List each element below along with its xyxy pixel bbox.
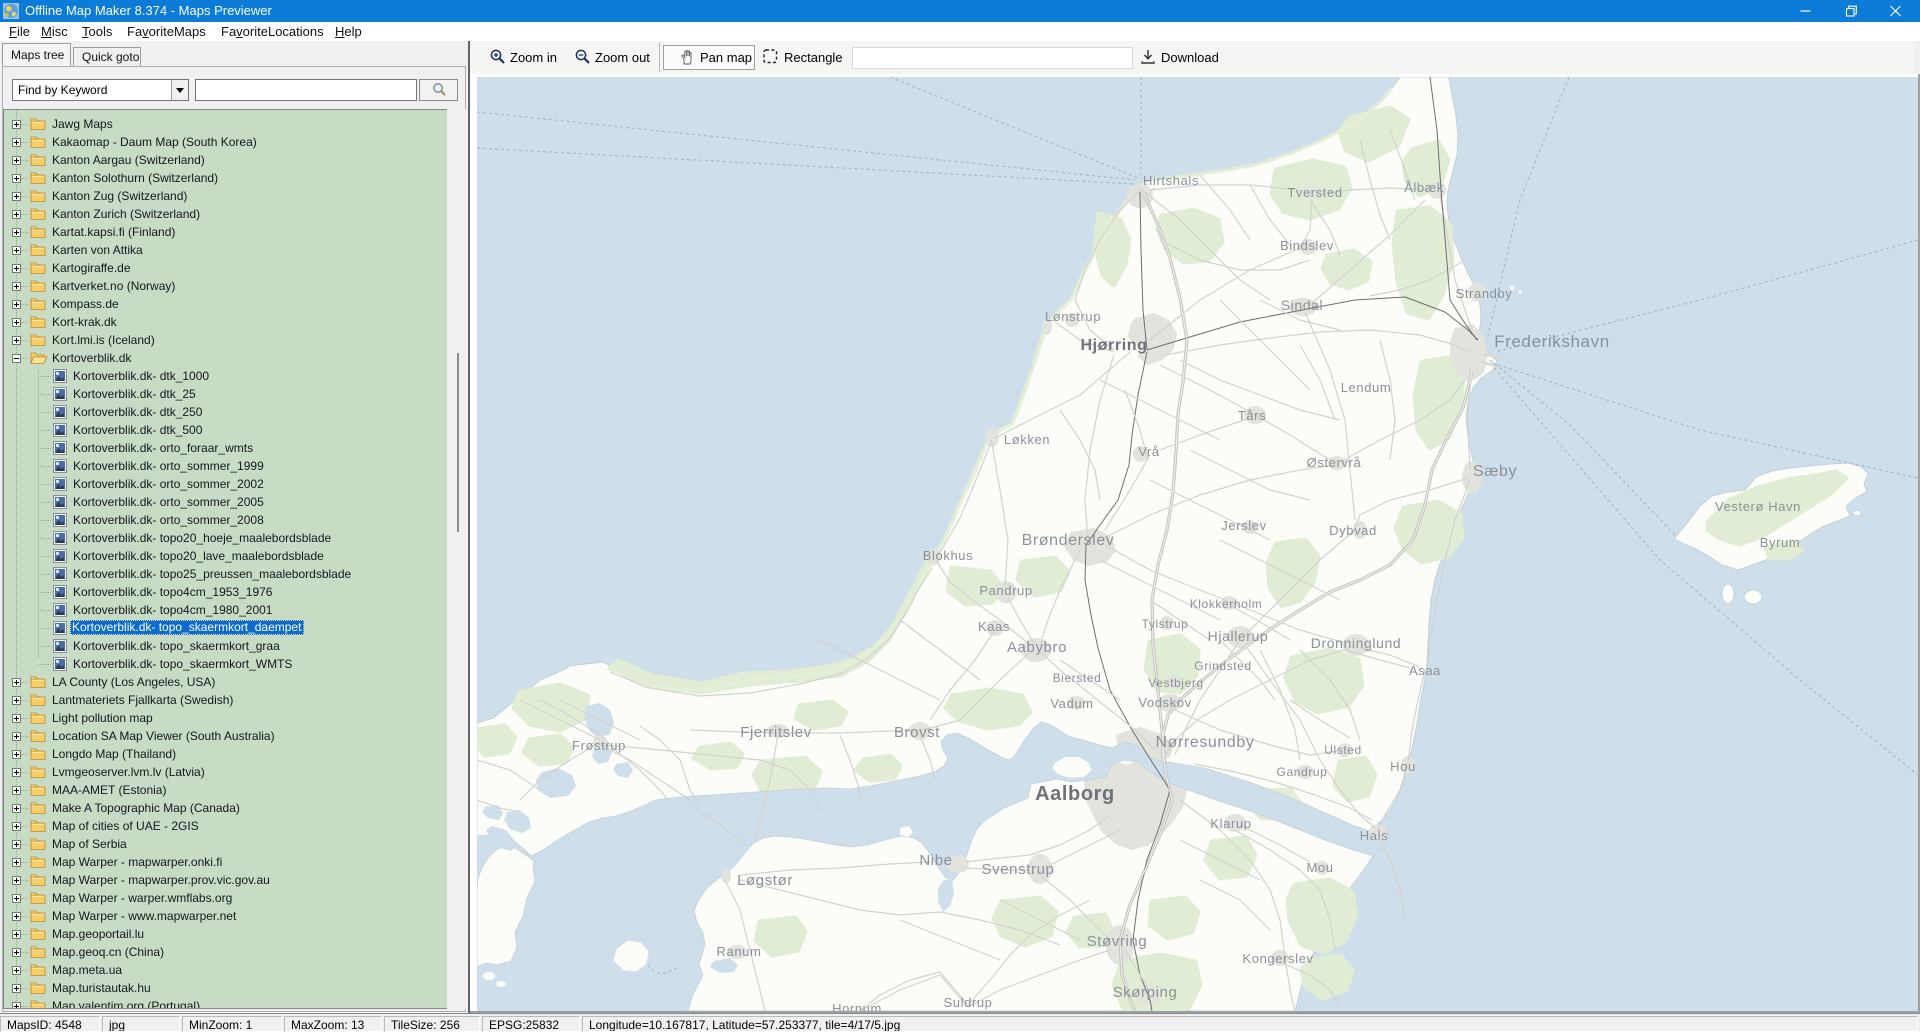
svg-text:Ranum: Ranum [717, 944, 762, 959]
svg-text:Løkken: Løkken [1004, 432, 1050, 447]
svg-text:Dybvad: Dybvad [1329, 523, 1377, 538]
svg-text:Brønderslev: Brønderslev [1022, 532, 1115, 549]
svg-text:Østervrå: Østervrå [1307, 455, 1362, 470]
svg-text:Ulsted: Ulsted [1324, 743, 1362, 757]
svg-text:Støvring: Støvring [1087, 933, 1148, 950]
svg-text:Tylstrup: Tylstrup [1142, 617, 1189, 631]
svg-text:Tversted: Tversted [1287, 185, 1342, 200]
svg-text:Hjallerup: Hjallerup [1208, 628, 1269, 644]
svg-text:Aabybro: Aabybro [1007, 639, 1067, 656]
svg-text:Tårs: Tårs [1238, 408, 1266, 423]
svg-text:Strandby: Strandby [1456, 286, 1513, 301]
svg-text:Brovst: Brovst [894, 724, 940, 741]
svg-text:Sindal: Sindal [1281, 297, 1324, 313]
svg-text:Grindsted: Grindsted [1194, 659, 1251, 673]
svg-text:Hou: Hou [1390, 759, 1416, 774]
svg-text:Aalborg: Aalborg [1035, 783, 1115, 805]
svg-text:Nørresundby: Nørresundby [1155, 734, 1254, 751]
svg-text:Blokhus: Blokhus [923, 548, 973, 563]
svg-text:Frøstrup: Frøstrup [572, 738, 626, 753]
svg-text:Byrum: Byrum [1760, 535, 1801, 550]
svg-text:Sæby: Sæby [1473, 463, 1517, 480]
svg-text:Fjerritslev: Fjerritslev [740, 724, 812, 741]
svg-text:Hals: Hals [1360, 828, 1388, 843]
svg-text:Kongerslev: Kongerslev [1242, 951, 1313, 966]
svg-text:Lønstrup: Lønstrup [1045, 309, 1101, 324]
svg-text:Ålbæk: Ålbæk [1404, 180, 1444, 195]
svg-text:Pandrup: Pandrup [979, 583, 1032, 598]
svg-text:Biersted: Biersted [1053, 671, 1102, 685]
svg-text:Nibe: Nibe [919, 852, 952, 869]
svg-text:Lendum: Lendum [1341, 380, 1392, 395]
svg-text:Klokkerholm: Klokkerholm [1190, 597, 1263, 611]
svg-text:Vadum: Vadum [1050, 696, 1093, 711]
svg-text:Dronninglund: Dronninglund [1311, 635, 1401, 651]
svg-text:Vodskov: Vodskov [1138, 695, 1191, 710]
svg-text:Hornum: Hornum [832, 1001, 882, 1011]
svg-text:Klarup: Klarup [1210, 816, 1251, 831]
svg-text:Skørping: Skørping [1113, 984, 1178, 1001]
svg-text:Løgstør: Løgstør [737, 872, 793, 889]
svg-text:Hirtshals: Hirtshals [1143, 173, 1199, 188]
svg-text:Vrå: Vrå [1138, 444, 1160, 459]
svg-text:Suldrup: Suldrup [943, 995, 992, 1010]
svg-text:Asaa: Asaa [1409, 663, 1441, 678]
svg-text:Bindslev: Bindslev [1280, 238, 1334, 253]
svg-text:Mou: Mou [1306, 860, 1333, 875]
svg-text:Vesterø Havn: Vesterø Havn [1715, 499, 1801, 514]
svg-text:Frederikshavn: Frederikshavn [1494, 332, 1610, 351]
svg-text:Vestbjerg: Vestbjerg [1148, 676, 1203, 690]
svg-text:Jerslev: Jerslev [1221, 518, 1266, 533]
svg-text:Gandrup: Gandrup [1277, 765, 1328, 779]
svg-text:Hjørring: Hjørring [1080, 337, 1147, 354]
svg-text:Svenstrup: Svenstrup [982, 861, 1055, 878]
svg-text:Kaas: Kaas [978, 619, 1010, 634]
